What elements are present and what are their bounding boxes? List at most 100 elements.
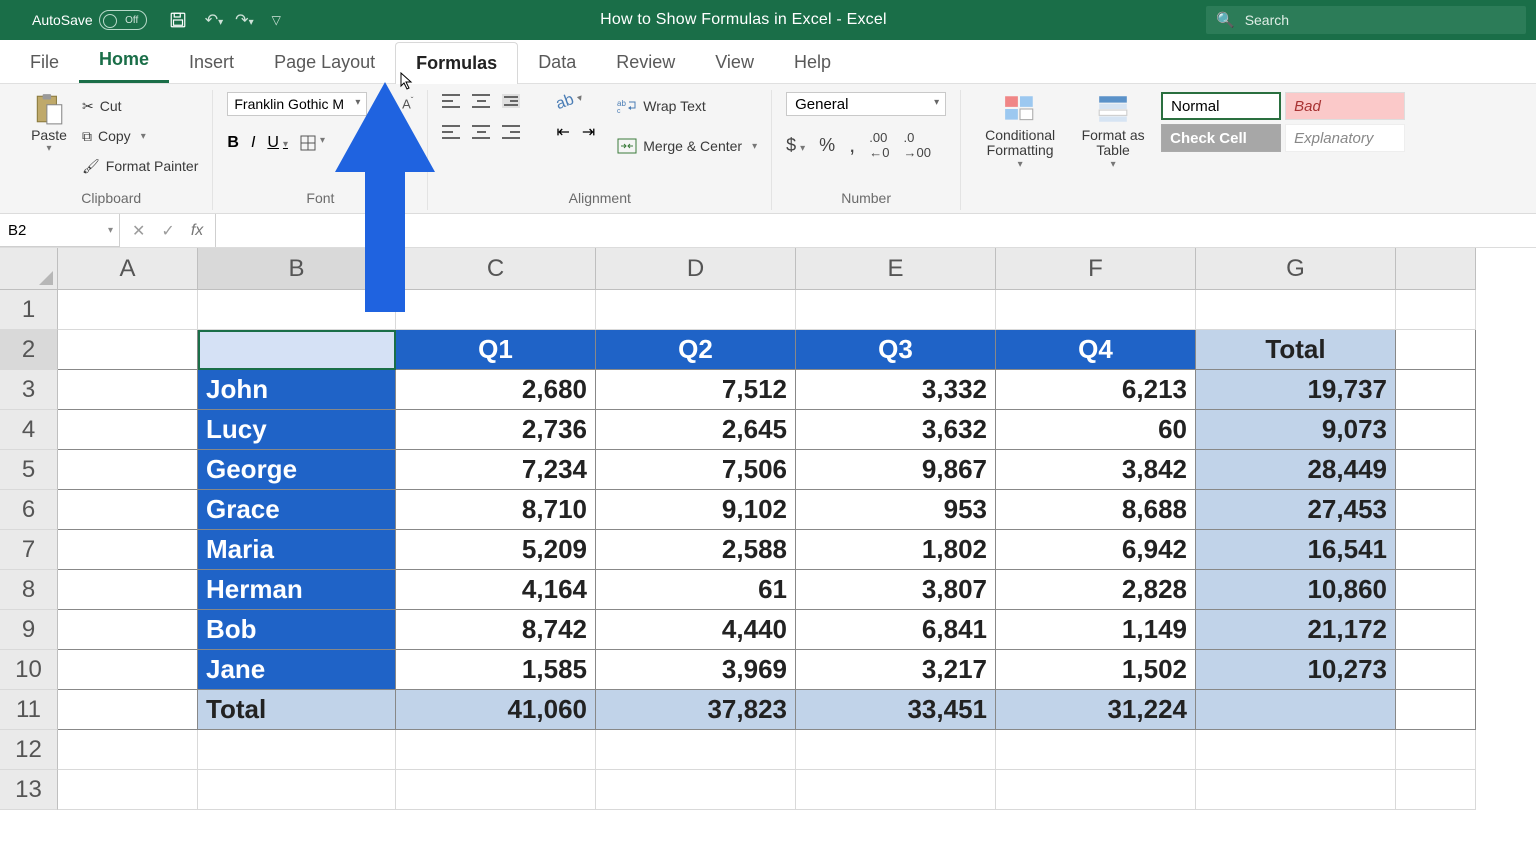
decrease-decimal-icon[interactable]: .0→00 bbox=[904, 130, 931, 160]
cell[interactable] bbox=[1396, 730, 1476, 770]
fx-icon[interactable]: fx bbox=[191, 222, 203, 240]
cell[interactable] bbox=[1196, 730, 1396, 770]
cell[interactable] bbox=[796, 730, 996, 770]
row-header-5[interactable]: 5 bbox=[0, 450, 58, 490]
cell[interactable]: Grace bbox=[198, 490, 396, 530]
merge-center-button[interactable]: Merge & Center bbox=[617, 132, 757, 160]
copy-button[interactable]: ⧉Copy bbox=[82, 122, 198, 150]
name-box[interactable]: B2 bbox=[0, 214, 120, 247]
cell[interactable] bbox=[1396, 610, 1476, 650]
cell[interactable]: 9,102 bbox=[596, 490, 796, 530]
cell[interactable]: 27,453 bbox=[1196, 490, 1396, 530]
column-header-G[interactable]: G bbox=[1196, 248, 1396, 290]
cell[interactable]: Maria bbox=[198, 530, 396, 570]
cell[interactable]: 19,737 bbox=[1196, 370, 1396, 410]
cell[interactable]: 37,823 bbox=[596, 690, 796, 730]
cell[interactable]: Q2 bbox=[596, 330, 796, 370]
style-bad[interactable]: Bad bbox=[1285, 92, 1405, 120]
cell[interactable] bbox=[996, 730, 1196, 770]
cell[interactable] bbox=[796, 770, 996, 810]
cell[interactable] bbox=[58, 370, 198, 410]
row-header-3[interactable]: 3 bbox=[0, 370, 58, 410]
row-header-2[interactable]: 2 bbox=[0, 330, 58, 370]
undo-icon[interactable]: ↶▾ bbox=[205, 10, 223, 30]
cell[interactable] bbox=[396, 770, 596, 810]
format-painter-button[interactable]: 🖌Format Painter bbox=[82, 152, 198, 180]
cell[interactable]: 4,164 bbox=[396, 570, 596, 610]
row-header-12[interactable]: 12 bbox=[0, 730, 58, 770]
cell[interactable] bbox=[796, 290, 996, 330]
cell[interactable]: Q4 bbox=[996, 330, 1196, 370]
orientation-button[interactable]: ab bbox=[554, 88, 585, 114]
tab-page-layout[interactable]: Page Layout bbox=[254, 42, 395, 83]
column-header-D[interactable]: D bbox=[596, 248, 796, 290]
cell[interactable] bbox=[1396, 450, 1476, 490]
format-as-table-button[interactable]: Format as Table▾ bbox=[1073, 92, 1153, 170]
cell[interactable]: 10,273 bbox=[1196, 650, 1396, 690]
cell[interactable]: 10,860 bbox=[1196, 570, 1396, 610]
cell[interactable]: 9,073 bbox=[1196, 410, 1396, 450]
cell[interactable]: 2,828 bbox=[996, 570, 1196, 610]
cell[interactable] bbox=[198, 730, 396, 770]
column-header-H[interactable] bbox=[1396, 248, 1476, 290]
cell[interactable] bbox=[58, 770, 198, 810]
cell[interactable]: 3,842 bbox=[996, 450, 1196, 490]
cell[interactable]: Total bbox=[1196, 330, 1396, 370]
cell[interactable]: 1,585 bbox=[396, 650, 596, 690]
cell[interactable] bbox=[58, 490, 198, 530]
accounting-format-button[interactable]: $ bbox=[786, 135, 805, 156]
cell[interactable]: 21,172 bbox=[1196, 610, 1396, 650]
cell[interactable]: 9,867 bbox=[796, 450, 996, 490]
cell[interactable] bbox=[1396, 770, 1476, 810]
row-header-7[interactable]: 7 bbox=[0, 530, 58, 570]
column-header-F[interactable]: F bbox=[996, 248, 1196, 290]
cell[interactable]: 1,149 bbox=[996, 610, 1196, 650]
cell[interactable]: 1,802 bbox=[796, 530, 996, 570]
cell[interactable]: 953 bbox=[796, 490, 996, 530]
cell[interactable]: 2,588 bbox=[596, 530, 796, 570]
row-header-11[interactable]: 11 bbox=[0, 690, 58, 730]
cell[interactable]: 2,680 bbox=[396, 370, 596, 410]
align-bottom-icon[interactable] bbox=[502, 94, 520, 108]
cell[interactable] bbox=[58, 450, 198, 490]
cell[interactable]: 8,710 bbox=[396, 490, 596, 530]
cell[interactable]: 61 bbox=[596, 570, 796, 610]
cell[interactable] bbox=[1196, 770, 1396, 810]
cell[interactable]: 7,506 bbox=[596, 450, 796, 490]
cell[interactable] bbox=[1396, 290, 1476, 330]
cell[interactable]: 6,841 bbox=[796, 610, 996, 650]
cell[interactable]: George bbox=[198, 450, 396, 490]
cell[interactable]: 5,209 bbox=[396, 530, 596, 570]
cell[interactable]: 41,060 bbox=[396, 690, 596, 730]
cell[interactable]: 3,969 bbox=[596, 650, 796, 690]
cell[interactable] bbox=[1396, 490, 1476, 530]
number-format-select[interactable]: General bbox=[786, 92, 946, 116]
cell[interactable]: 3,807 bbox=[796, 570, 996, 610]
column-header-E[interactable]: E bbox=[796, 248, 996, 290]
tab-view[interactable]: View bbox=[695, 42, 774, 83]
cell[interactable]: 4,440 bbox=[596, 610, 796, 650]
qat-customize-icon[interactable]: ▽ bbox=[272, 13, 281, 27]
align-right-icon[interactable] bbox=[502, 125, 520, 139]
cell[interactable]: 3,332 bbox=[796, 370, 996, 410]
cell[interactable] bbox=[198, 330, 396, 370]
cell[interactable] bbox=[596, 770, 796, 810]
row-header-8[interactable]: 8 bbox=[0, 570, 58, 610]
cell[interactable]: 28,449 bbox=[1196, 450, 1396, 490]
cell[interactable] bbox=[58, 570, 198, 610]
cell[interactable] bbox=[396, 730, 596, 770]
row-header-9[interactable]: 9 bbox=[0, 610, 58, 650]
row-header-10[interactable]: 10 bbox=[0, 650, 58, 690]
align-center-icon[interactable] bbox=[472, 125, 490, 139]
save-icon[interactable] bbox=[169, 11, 187, 29]
increase-decimal-icon[interactable]: .00←0 bbox=[869, 130, 889, 160]
cell[interactable]: Bob bbox=[198, 610, 396, 650]
cell[interactable] bbox=[1196, 290, 1396, 330]
cell[interactable]: Q3 bbox=[796, 330, 996, 370]
cell[interactable] bbox=[58, 410, 198, 450]
underline-button[interactable]: U bbox=[267, 134, 288, 152]
tab-file[interactable]: File bbox=[10, 42, 79, 83]
tab-review[interactable]: Review bbox=[596, 42, 695, 83]
tab-home[interactable]: Home bbox=[79, 39, 169, 83]
cell[interactable]: 6,942 bbox=[996, 530, 1196, 570]
